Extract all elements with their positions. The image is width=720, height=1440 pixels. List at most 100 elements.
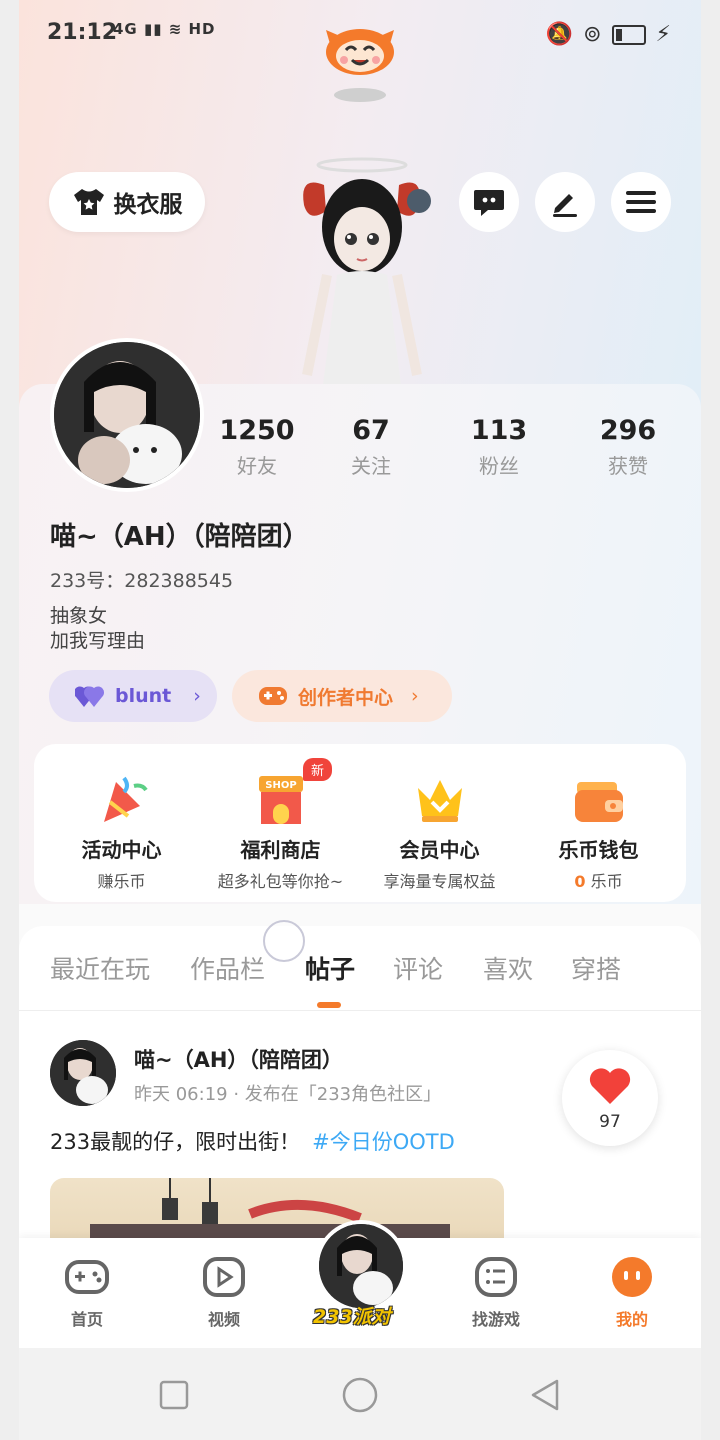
system-navigation: [19, 1348, 701, 1440]
menu-button[interactable]: [611, 172, 671, 232]
mascot-shadow: [334, 88, 386, 102]
bio-line: 加我写理由: [50, 630, 146, 652]
tshirt-icon: [73, 189, 104, 215]
stat-likes[interactable]: 296 获赞: [568, 415, 688, 479]
video-play-icon: [203, 1257, 245, 1297]
service-subtitle: 享海量专属权益: [383, 872, 496, 891]
nav-find-games[interactable]: 找游戏: [446, 1256, 546, 1330]
nav-mine[interactable]: 我的: [582, 1256, 682, 1330]
charging-icon: ⚡: [655, 22, 671, 47]
stat-fans[interactable]: 113 粉丝: [439, 415, 559, 479]
post-hashtag[interactable]: #今日份OOTD: [312, 1130, 455, 1154]
chevron-right-icon: ›: [193, 685, 201, 707]
gamepad-nav-icon: [65, 1260, 109, 1294]
coin-unit: 乐币: [590, 872, 623, 891]
touch-indicator: [263, 920, 305, 962]
tab-likes[interactable]: 喜欢: [483, 950, 533, 986]
mascot-icon[interactable]: [324, 22, 396, 76]
nav-label: 首页: [70, 1310, 103, 1329]
heart-pair-icon: [75, 686, 105, 707]
like-button[interactable]: 97: [562, 1050, 658, 1146]
tab-outfits[interactable]: 穿搭: [571, 950, 621, 986]
nav-party-avatar[interactable]: [319, 1224, 403, 1308]
gamepad-icon: [259, 687, 287, 705]
right-frame: [701, 0, 720, 1440]
like-count: 97: [599, 1112, 621, 1132]
tab-works[interactable]: 作品栏: [190, 950, 265, 986]
nav-home[interactable]: 首页: [37, 1256, 137, 1330]
new-badge: 新: [303, 758, 333, 781]
party-label[interactable]: 233派对: [313, 1302, 391, 1329]
stat-label: 好友: [237, 454, 277, 478]
stat-value: 113: [470, 415, 528, 446]
stat-value: 1250: [219, 415, 295, 446]
nav-label: 我的: [615, 1310, 648, 1329]
lock-icon: ⊚: [583, 22, 602, 47]
hd-indicator: HD: [188, 20, 216, 38]
bio-line: 抽象女: [50, 605, 108, 627]
change-outfit-button[interactable]: 换衣服: [49, 172, 205, 232]
stat-following[interactable]: 67 关注: [311, 415, 431, 479]
app-page: 21:12 4G ▮▮ ≋ HD 🔕 ⊚ ⚡ 换衣服 1250 好友 67 关注…: [0, 0, 720, 1440]
post-author-avatar[interactable]: [50, 1040, 116, 1106]
mute-icon: 🔕: [545, 22, 574, 47]
list-icon: [475, 1257, 517, 1297]
profile-avatar[interactable]: [50, 338, 204, 492]
nav-label: 视频: [207, 1310, 240, 1329]
battery-icon: [611, 24, 646, 45]
services-panel: 活动中心 赚乐币 SHOP 新 福利商店 超多礼包等你抢~ 会员中心 享海量专属…: [34, 744, 686, 902]
smiley-face-icon: [612, 1257, 652, 1297]
edit-profile-button[interactable]: [535, 172, 595, 232]
home-circle-icon[interactable]: [342, 1377, 378, 1413]
recent-apps-icon[interactable]: [159, 1380, 189, 1410]
chat-icon: [474, 190, 504, 216]
service-title: 乐币钱包: [558, 838, 639, 862]
active-tab-indicator: [317, 1002, 341, 1008]
blunt-tag-label: blunt: [115, 685, 172, 707]
wallet-icon: [574, 782, 623, 822]
message-button[interactable]: [459, 172, 519, 232]
tab-recent-played[interactable]: 最近在玩: [50, 950, 150, 986]
tab-posts[interactable]: 帖子: [305, 950, 355, 986]
profile-name: 喵~（AH）（陪陪团）: [50, 522, 309, 552]
left-frame: [0, 0, 19, 1440]
tab-divider: [19, 1010, 701, 1011]
heart-icon: [589, 1068, 631, 1104]
avatar-character[interactable]: [289, 155, 439, 385]
avatar-photo: [50, 1040, 116, 1106]
nav-label: 找游戏: [471, 1310, 520, 1329]
stat-friends[interactable]: 1250 好友: [197, 415, 317, 479]
service-subtitle: 赚乐币: [97, 872, 146, 891]
blunt-tag-button[interactable]: blunt ›: [49, 670, 217, 722]
stat-label: 粉丝: [479, 454, 519, 478]
party-popper-icon: [103, 776, 148, 822]
coin-balance: 0: [574, 872, 586, 891]
status-time: 21:12: [47, 20, 118, 45]
post-author-name[interactable]: 喵~（AH）（陪陪团）: [134, 1044, 343, 1074]
avatar-photo: [54, 342, 200, 488]
stat-label: 关注: [351, 454, 391, 478]
signal-icon: 4G ▮▮ ≋ HD: [113, 20, 216, 38]
back-triangle-icon[interactable]: [529, 1378, 561, 1412]
profile-bio: 抽象女 加我写理由: [50, 604, 145, 654]
service-title: 会员中心: [399, 838, 480, 862]
hamburger-icon: [626, 191, 656, 213]
post-meta: 昨天 06:19 · 发布在「233角色社区」: [134, 1084, 442, 1105]
crown-icon: [417, 780, 462, 822]
status-right: 🔕 ⊚ ⚡: [546, 22, 671, 47]
stat-label: 获赞: [608, 454, 648, 478]
tab-comments[interactable]: 评论: [393, 950, 443, 986]
stat-value: 296: [599, 415, 657, 446]
activity-center-item[interactable]: 活动中心 赚乐币: [40, 744, 203, 902]
nav-video[interactable]: 视频: [174, 1256, 274, 1330]
post-body: 233最靓的仔，限时出街！: [50, 1130, 301, 1154]
change-outfit-label: 换衣服: [113, 192, 183, 218]
profile-id[interactable]: 233号：282388545: [50, 566, 233, 593]
pencil-icon: [553, 194, 577, 217]
service-subtitle: 0 乐币: [517, 868, 680, 892]
network-type: 4G: [113, 20, 138, 38]
welfare-shop-item[interactable]: SHOP 新 福利商店 超多礼包等你抢~: [199, 744, 362, 902]
member-center-item[interactable]: 会员中心 享海量专属权益: [358, 744, 521, 902]
creator-center-button[interactable]: 创作者中心 ›: [232, 670, 452, 722]
coin-wallet-item[interactable]: 乐币钱包 0 乐币: [517, 744, 680, 902]
